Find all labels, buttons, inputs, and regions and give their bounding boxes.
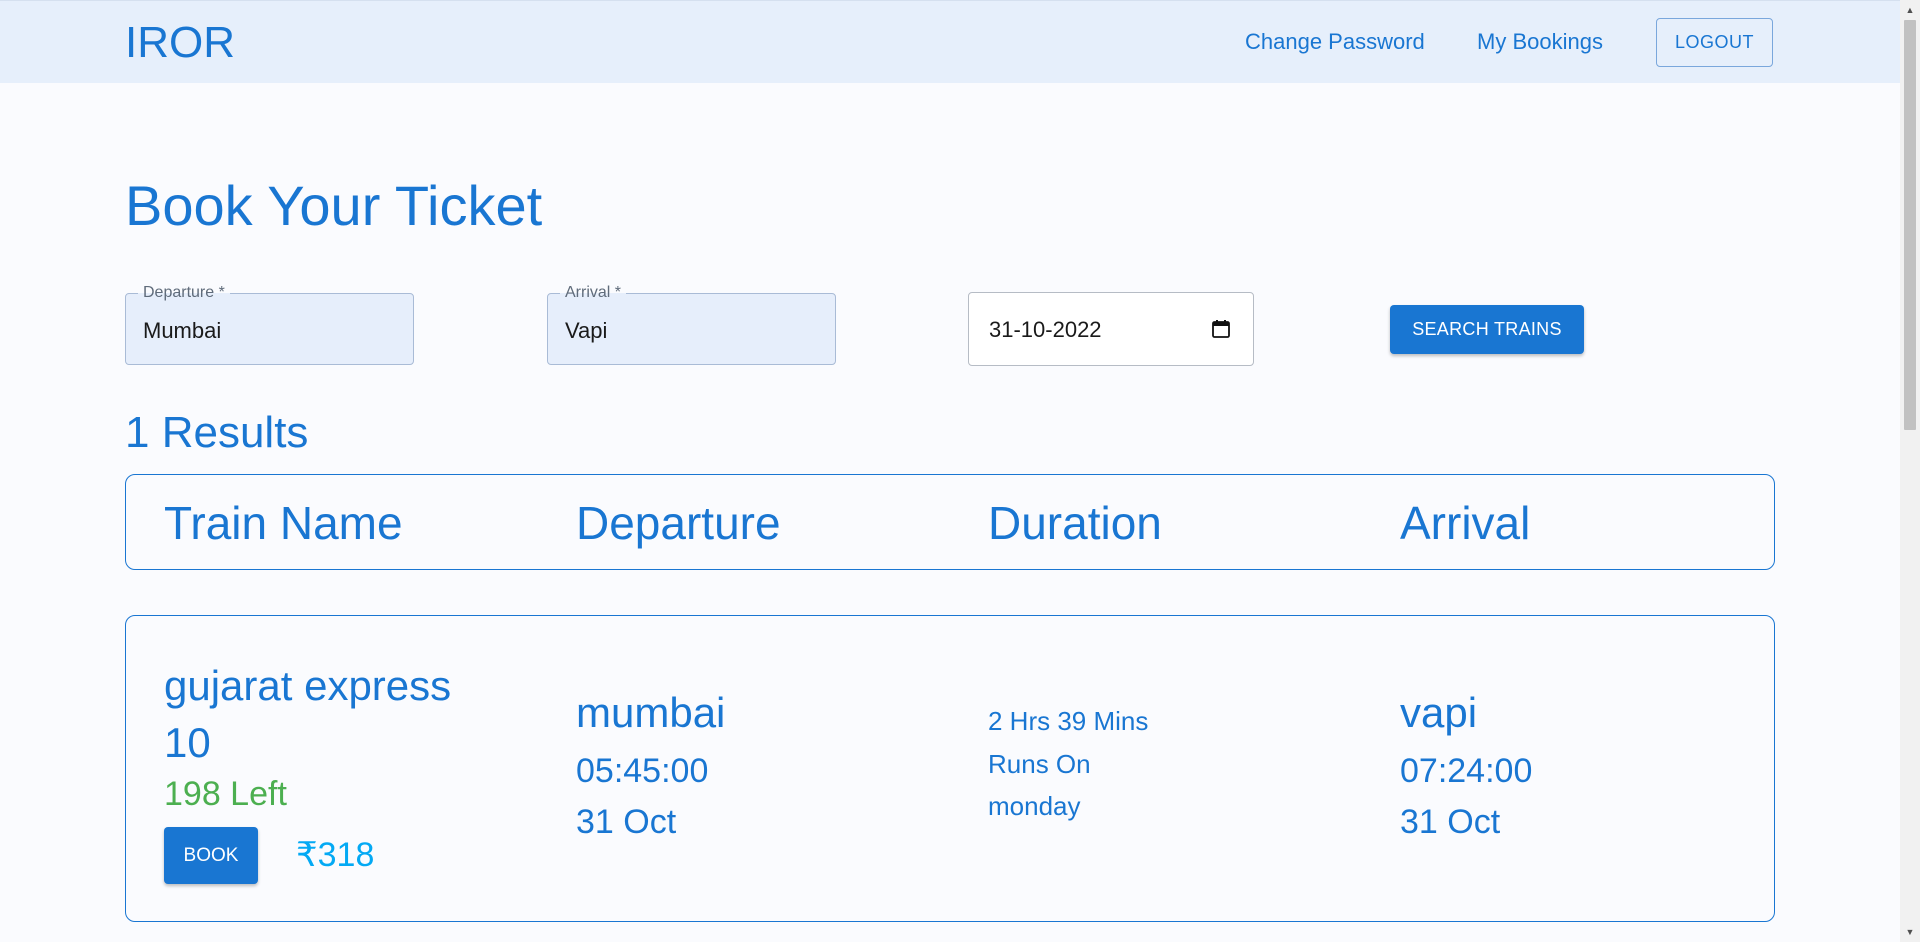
top-navbar: IROR Change Password My Bookings LOGOUT [0,0,1900,83]
column-header-departure: Departure [576,497,781,549]
arrival-time: 07:24:00 [1400,752,1533,790]
results-count: 1 Results [125,408,309,457]
arrival-field-label: Arrival * [560,284,627,302]
column-header-arrival: Arrival [1400,497,1531,549]
scrollbar-thumb[interactable] [1904,20,1916,430]
page-scrollbar[interactable]: ▲ ▼ [1900,0,1920,942]
scroll-down-arrow-icon[interactable]: ▼ [1900,924,1920,940]
departure-date: 31 Oct [576,803,677,841]
scroll-up-arrow-icon[interactable]: ▲ [1900,2,1920,18]
nav-link-change-password[interactable]: Change Password [1245,28,1425,56]
travel-date-value[interactable]: 31-10-2022 [989,317,1102,343]
arrival-station: vapi [1400,689,1478,736]
column-header-train-name: Train Name [164,497,403,549]
train-name: gujarat express 10 [164,662,452,766]
calendar-icon[interactable] [1211,319,1231,339]
app-logo[interactable]: IROR [125,18,235,68]
results-header: Train Name Departure Duration Arrival [125,474,1775,570]
runs-on-label: Runs On [988,749,1091,779]
page-title: Book Your Ticket [125,174,543,237]
departure-time: 05:45:00 [576,752,709,790]
nav-link-my-bookings[interactable]: My Bookings [1477,28,1603,56]
search-trains-button[interactable]: SEARCH TRAINS [1390,305,1584,354]
arrival-field[interactable]: Arrival * Vapi [547,284,836,365]
runs-on-day: monday [988,791,1081,821]
column-header-duration: Duration [988,497,1162,549]
departure-field-label: Departure * [138,284,230,302]
seats-left: 198 Left [164,775,287,813]
logout-button[interactable]: LOGOUT [1656,18,1773,67]
book-button[interactable]: BOOK [164,827,258,884]
arrival-date: 31 Oct [1400,803,1501,841]
arrival-field-value[interactable]: Vapi [565,318,607,344]
trip-duration: 2 Hrs 39 Mins [988,706,1149,736]
travel-date-input[interactable]: 31-10-2022 [968,292,1254,366]
train-result-card: gujarat express 10 198 Left BOOK ₹318 mu… [125,615,1775,922]
departure-field-value[interactable]: Mumbai [143,318,221,344]
departure-field[interactable]: Departure * Mumbai [125,284,414,365]
ticket-price: ₹318 [296,836,375,874]
departure-station: mumbai [576,689,726,736]
